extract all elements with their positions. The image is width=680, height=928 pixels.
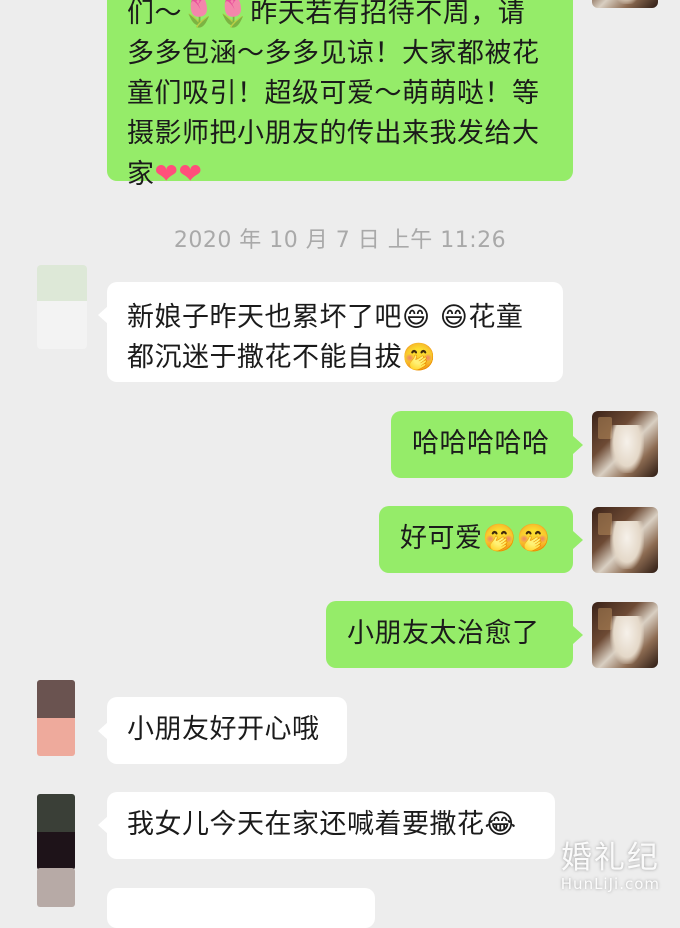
message-bubble-received[interactable]: 我女儿今天在家还喊着要撒花😂 <box>107 792 555 859</box>
watermark-url: HunLiJi.com <box>560 875 660 893</box>
message-bubble-sent[interactable]: 小朋友太治愈了 <box>326 601 573 668</box>
avatar-color-block <box>37 265 87 301</box>
contact-avatar[interactable] <box>37 868 75 907</box>
message-text: 我女儿今天在家还喊着要撒花😂 <box>127 809 517 840</box>
watermark-logo: 婚礼纪 HunLiJi.com <box>561 832 660 893</box>
contact-avatar[interactable] <box>37 680 75 756</box>
avatar-color-block <box>37 832 75 870</box>
message-bubble-received[interactable]: 新娘子昨天也累坏了吧😄 😄花童 都沉迷于撒花不能自拔🤭 <box>107 282 563 382</box>
message-text-line: 新娘子昨天也累坏了吧😄 😄花童 <box>127 302 524 333</box>
message-text: 好可爱🤭🤭 <box>400 523 551 554</box>
my-avatar[interactable] <box>592 602 658 668</box>
message-text: 哈哈哈哈哈 <box>412 428 550 459</box>
my-avatar[interactable] <box>592 507 658 573</box>
message-text: 家 <box>127 159 155 190</box>
message-text-line: 家❤❤ <box>127 154 573 195</box>
avatar-photo-figure <box>610 425 644 473</box>
avatar-color-block <box>37 680 75 718</box>
avatar-color-block <box>37 868 75 907</box>
message-text-line: 都沉迷于撒花不能自拔🤭 <box>127 342 437 373</box>
message-bubble-received[interactable]: 小朋友好开心哦 <box>107 697 347 764</box>
avatar-color-block <box>37 794 75 832</box>
message-text: 小朋友好开心哦 <box>127 714 320 745</box>
avatar-photo-figure <box>610 0 644 4</box>
contact-avatar[interactable] <box>37 794 75 870</box>
avatar-photo-figure <box>610 521 644 569</box>
bubble-tail <box>573 626 583 644</box>
message-text-line: 摄影师把小朋友的传出来我发给大 <box>127 118 540 149</box>
message-text: 小朋友太治愈了 <box>347 618 540 649</box>
bubble-tail <box>573 436 583 454</box>
my-avatar[interactable] <box>592 411 658 477</box>
avatar-color-block <box>37 718 75 756</box>
message-text-line: 们～🌷🌷昨天若有招待不周，请 <box>127 0 526 29</box>
avatar-photo-figure <box>610 616 644 664</box>
chat-timestamp: 2020 年 10 月 7 日 上午 11:26 <box>173 228 507 253</box>
message-bubble-sent[interactable]: 好可爱🤭🤭 <box>379 506 573 573</box>
message-bubble-sent[interactable]: 哈哈哈哈哈 <box>391 411 573 478</box>
avatar-color-block <box>37 301 87 349</box>
watermark-text: 婚礼纪 <box>560 840 660 876</box>
message-bubble-received[interactable] <box>107 888 375 928</box>
my-avatar[interactable] <box>592 0 658 8</box>
message-bubble-sent[interactable]: 们～🌷🌷昨天若有招待不周，请 多多包涵～多多见谅！大家都被花 童们吸引！超级可爱… <box>107 0 573 190</box>
contact-avatar[interactable] <box>37 265 87 349</box>
message-text-line: 多多包涵～多多见谅！大家都被花 <box>127 38 540 69</box>
message-text-line: 童们吸引！超级可爱～萌萌哒！等 <box>127 78 540 109</box>
heart-emoji: ❤❤ <box>154 157 203 190</box>
bubble-tail <box>573 531 583 549</box>
